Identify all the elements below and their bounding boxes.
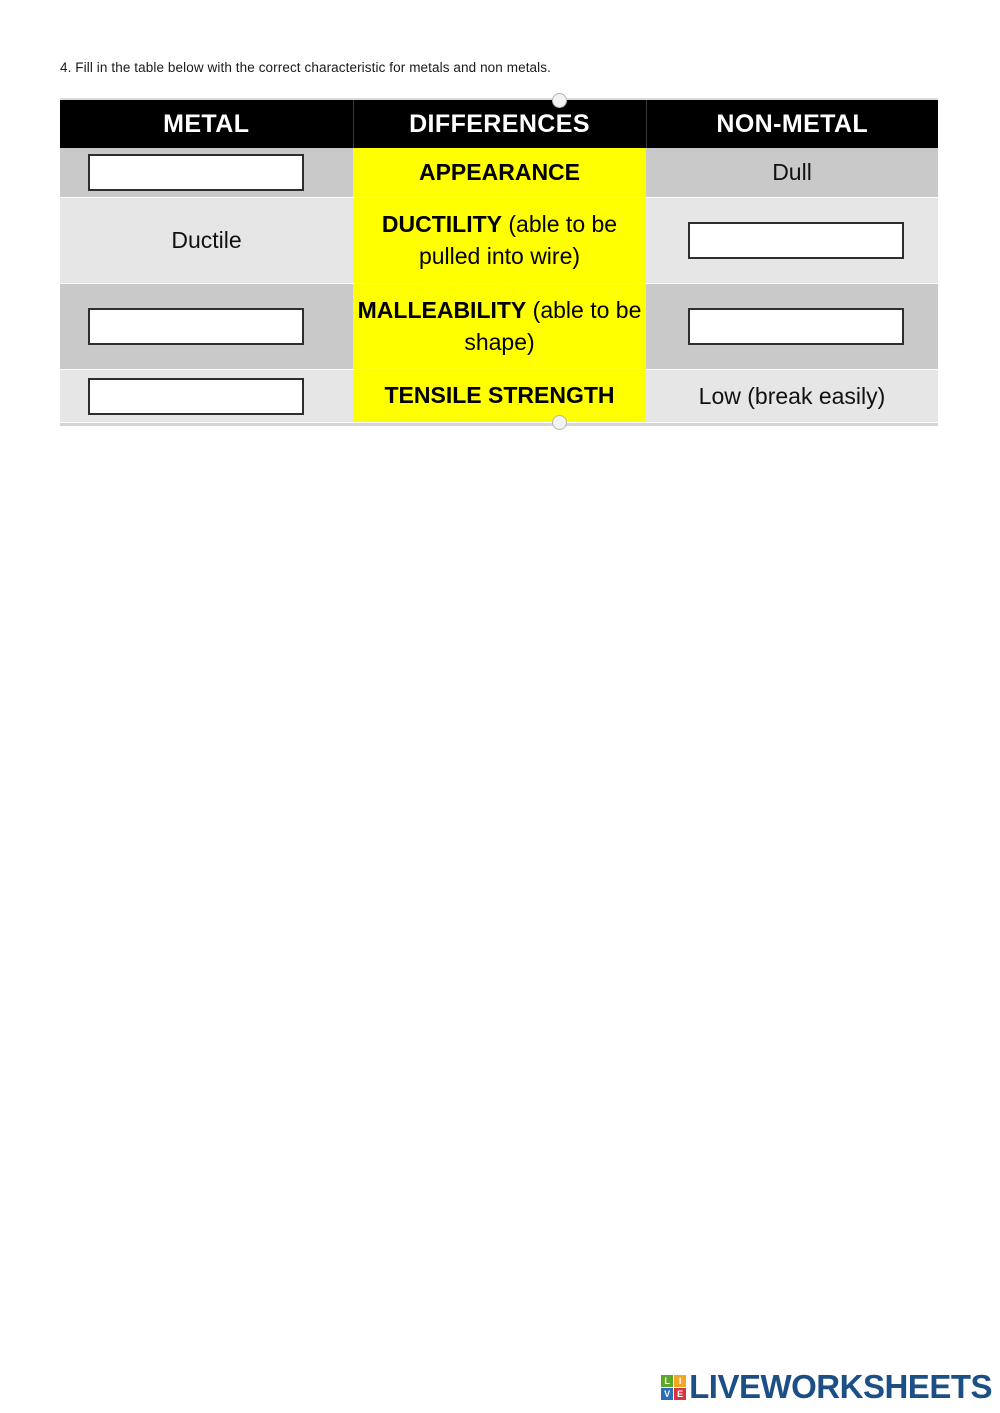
differences-cell-malleability: MALLEABILITY (able to be shape) bbox=[353, 283, 646, 370]
non-metal-cell-tensile-strength: Low (break easily) bbox=[646, 369, 938, 423]
differences-label-bold: MALLEABILITY bbox=[357, 297, 527, 324]
non-metal-cell-malleability bbox=[646, 283, 938, 370]
characteristics-table: METAL DIFFERENCES NON-METAL APPEARANCE D… bbox=[60, 100, 938, 423]
answer-box-wrap bbox=[60, 308, 353, 345]
column-header-metal: METAL bbox=[60, 100, 354, 148]
table-bottom-edge bbox=[60, 423, 938, 426]
table-header-row: METAL DIFFERENCES NON-METAL bbox=[60, 100, 938, 148]
metal-malleability-input[interactable] bbox=[88, 308, 304, 345]
column-header-non-metal: NON-METAL bbox=[646, 100, 938, 148]
non-metal-malleability-input[interactable] bbox=[688, 308, 904, 345]
question-prompt: 4. Fill in the table below with the corr… bbox=[60, 60, 551, 75]
table-row: Ductile DUCTILITY (able to be pulled int… bbox=[60, 197, 938, 284]
differences-label-bold: DUCTILITY bbox=[381, 211, 502, 238]
logo-square-l: L bbox=[661, 1374, 674, 1387]
metal-tensile-strength-input[interactable] bbox=[88, 377, 304, 415]
logo-square-e: E bbox=[674, 1387, 687, 1400]
logo-square-v: V bbox=[661, 1387, 674, 1400]
table-row: TENSILE STRENGTH Low (break easily) bbox=[60, 369, 938, 423]
liveworksheets-brand-text: LIVEWORKSHEETS bbox=[689, 1368, 992, 1405]
differences-label-bold: APPEARANCE bbox=[418, 158, 581, 185]
differences-cell-appearance: APPEARANCE bbox=[353, 148, 646, 198]
metal-appearance-input[interactable] bbox=[88, 154, 304, 191]
differences-cell-ductility: DUCTILITY (able to be pulled into wire) bbox=[353, 197, 646, 284]
non-metal-cell-ductility bbox=[646, 197, 938, 284]
table-row: MALLEABILITY (able to be shape) bbox=[60, 283, 938, 370]
table-row: APPEARANCE Dull bbox=[60, 148, 938, 198]
table-resize-handle-bottom[interactable] bbox=[552, 415, 567, 430]
liveworksheets-logo-icon: L I V E bbox=[661, 1374, 687, 1400]
answer-box-wrap bbox=[60, 154, 353, 191]
differences-label-bold: TENSILE STRENGTH bbox=[384, 382, 615, 409]
metal-cell-tensile-strength bbox=[60, 369, 353, 423]
non-metal-ductility-input[interactable] bbox=[688, 222, 904, 259]
table-top-edge bbox=[60, 98, 938, 100]
non-metal-cell-appearance: Dull bbox=[646, 148, 938, 198]
metal-cell-malleability bbox=[60, 283, 353, 370]
answer-box-wrap bbox=[646, 222, 938, 259]
answer-box-wrap bbox=[60, 377, 353, 415]
metal-cell-ductility: Ductile bbox=[60, 197, 353, 284]
liveworksheets-logo: L I V E LIVEWORKSHEETS bbox=[661, 1368, 992, 1405]
column-header-differences: DIFFERENCES bbox=[353, 100, 647, 148]
worksheet-table-container: METAL DIFFERENCES NON-METAL APPEARANCE D… bbox=[60, 93, 938, 430]
differences-cell-tensile-strength: TENSILE STRENGTH bbox=[353, 369, 646, 423]
logo-square-i: I bbox=[674, 1374, 687, 1387]
metal-cell-appearance bbox=[60, 148, 353, 198]
answer-box-wrap bbox=[646, 308, 938, 345]
table-resize-handle-top[interactable] bbox=[552, 93, 567, 108]
